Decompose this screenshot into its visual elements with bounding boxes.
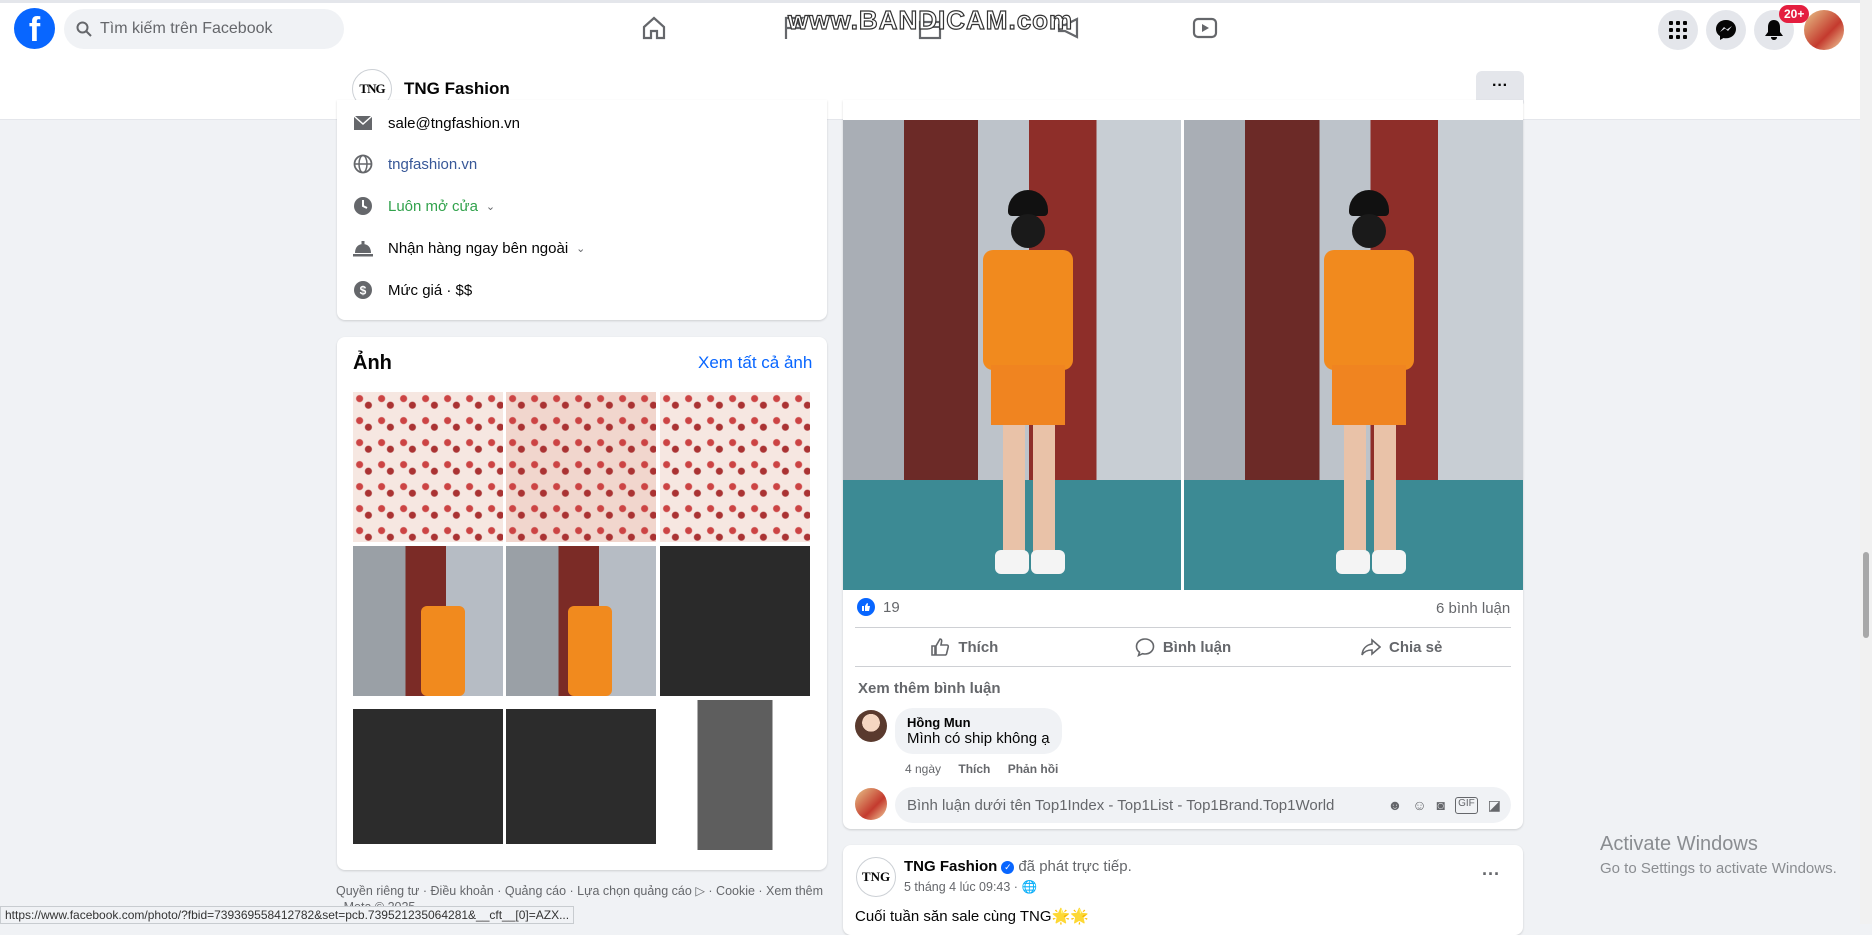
- post-photo[interactable]: [1184, 120, 1523, 590]
- email-row[interactable]: sale@tngfashion.vn: [352, 112, 520, 134]
- chevron-down-icon[interactable]: ⌄: [576, 242, 585, 255]
- pickup-row[interactable]: Nhận hàng ngay bên ngoài ⌄: [352, 237, 585, 259]
- bell-icon: [1765, 20, 1783, 40]
- emoji-icon[interactable]: ☺: [1412, 797, 1426, 814]
- video-icon[interactable]: [1191, 14, 1219, 42]
- comment-text: Mình có ship không ạ: [907, 730, 1050, 747]
- comment-label: Bình luận: [1162, 638, 1232, 656]
- like-button[interactable]: Thích: [855, 628, 1074, 666]
- see-all-photos-link[interactable]: Xem tất cả ảnh: [698, 353, 812, 373]
- photo-thumbnail[interactable]: [353, 546, 503, 696]
- browser-status-url: https://www.facebook.com/photo/?fbid=739…: [0, 906, 575, 924]
- post-photo[interactable]: [843, 120, 1181, 590]
- hours-row[interactable]: Luôn mở cửa ⌄: [352, 195, 495, 217]
- post2-text: Cuối tuần săn sale cùng TNG🌟🌟: [855, 908, 1089, 925]
- price-row: $ Mức giá · $$: [352, 279, 472, 301]
- chevron-down-icon[interactable]: ⌄: [486, 200, 495, 213]
- comment-count[interactable]: 6 bình luận: [1436, 600, 1510, 617]
- comment-input-placeholder: Bình luận dưới tên Top1Index - Top1List …: [907, 796, 1335, 814]
- page-scrollbar[interactable]: [1860, 0, 1872, 924]
- view-more-comments[interactable]: Xem thêm bình luận: [858, 680, 1001, 697]
- clock-icon: [352, 195, 374, 217]
- photo-thumbnail[interactable]: [353, 392, 503, 542]
- photos-title: Ảnh: [353, 352, 392, 374]
- email-text: sale@tngfashion.vn: [388, 114, 520, 132]
- account-avatar[interactable]: [1804, 10, 1844, 50]
- reactions-summary[interactable]: 19: [857, 598, 900, 616]
- comment-input[interactable]: Bình luận dưới tên Top1Index - Top1List …: [895, 787, 1511, 823]
- menu-grid-button[interactable]: [1658, 10, 1698, 50]
- commenter-avatar[interactable]: [855, 710, 887, 742]
- post2-action: đã phát trực tiếp.: [1018, 858, 1132, 875]
- search-placeholder: Tìm kiếm trên Facebook: [100, 20, 273, 37]
- gif-icon[interactable]: GIF: [1455, 796, 1478, 814]
- website-link[interactable]: tngfashion.vn: [388, 156, 477, 173]
- service-bell-icon: [352, 237, 374, 259]
- photo-thumbnail[interactable]: [506, 546, 656, 696]
- post2-header: TNG Fashion ✓ đã phát trực tiếp.: [904, 858, 1132, 875]
- sticker-icon[interactable]: ◪: [1488, 797, 1501, 814]
- website-row[interactable]: tngfashion.vn: [352, 153, 477, 175]
- like-reaction-icon: [857, 598, 875, 616]
- share-button[interactable]: Chia sẻ: [1292, 628, 1511, 666]
- globe-icon: [352, 153, 374, 175]
- share-arrow-icon: [1361, 638, 1381, 656]
- messenger-icon: [1716, 20, 1736, 40]
- activate-windows-title: Activate Windows: [1600, 833, 1758, 855]
- current-user-avatar[interactable]: [855, 788, 887, 820]
- photo-thumbnail[interactable]: [353, 700, 503, 850]
- camera-icon[interactable]: ◙: [1437, 797, 1445, 814]
- dollar-icon: $: [352, 279, 374, 301]
- comment-button[interactable]: Bình luận: [1074, 628, 1293, 666]
- photo-thumbnail[interactable]: [660, 700, 810, 850]
- post2-more-button[interactable]: ···: [1482, 864, 1500, 885]
- comment-bubble-icon: [1135, 638, 1155, 657]
- comment-bubble: Hồng Mun Mình có ship không ạ: [895, 708, 1062, 754]
- photo-thumbnail[interactable]: [660, 392, 810, 542]
- search-icon: [76, 21, 92, 37]
- photo-thumbnail[interactable]: [660, 546, 810, 696]
- post2-avatar[interactable]: TNG: [856, 857, 896, 897]
- messenger-button[interactable]: [1706, 10, 1746, 50]
- notification-badge: 20+: [1779, 5, 1810, 23]
- share-label: Chia sẻ: [1389, 638, 1443, 656]
- comment-meta: 4 ngày Thích Phản hồi: [905, 762, 1058, 776]
- price-text: Mức giá · $$: [388, 281, 473, 299]
- photo-thumbnail[interactable]: [506, 700, 656, 850]
- search-input[interactable]: Tìm kiếm trên Facebook: [64, 9, 344, 49]
- avatar-sticker-icon[interactable]: ☻: [1388, 797, 1403, 814]
- photo-thumbnail[interactable]: [506, 392, 656, 542]
- home-icon[interactable]: [640, 14, 668, 42]
- envelope-icon: [352, 112, 374, 134]
- comment-time[interactable]: 4 ngày: [905, 762, 941, 776]
- post2-timestamp[interactable]: 5 tháng 4 lúc 09:43 · 🌐: [904, 880, 1037, 895]
- comment-author[interactable]: Hồng Mun: [907, 715, 1050, 730]
- comment-reply-link[interactable]: Phản hồi: [1008, 762, 1059, 776]
- hours-text: Luôn mở cửa: [388, 197, 478, 215]
- facebook-logo[interactable]: f: [14, 8, 55, 49]
- verified-badge-icon: ✓: [1001, 860, 1015, 874]
- post-actions: Thích Bình luận Chia sẻ: [855, 627, 1511, 667]
- like-count: 19: [883, 598, 900, 616]
- pickup-text: Nhận hàng ngay bên ngoài: [388, 239, 569, 257]
- grid-icon: [1669, 21, 1687, 39]
- post2-author[interactable]: TNG Fashion: [904, 858, 997, 875]
- page-title[interactable]: TNG Fashion: [404, 79, 510, 99]
- activate-windows-subtitle: Go to Settings to activate Windows.: [1600, 860, 1837, 877]
- comment-like-link[interactable]: Thích: [958, 762, 990, 776]
- bandicam-watermark: www.BANDICAM.com: [787, 4, 1074, 35]
- thumbs-up-icon: [931, 638, 950, 656]
- svg-text:$: $: [360, 284, 367, 298]
- scrollbar-thumb[interactable]: [1863, 552, 1869, 638]
- like-label: Thích: [958, 638, 999, 656]
